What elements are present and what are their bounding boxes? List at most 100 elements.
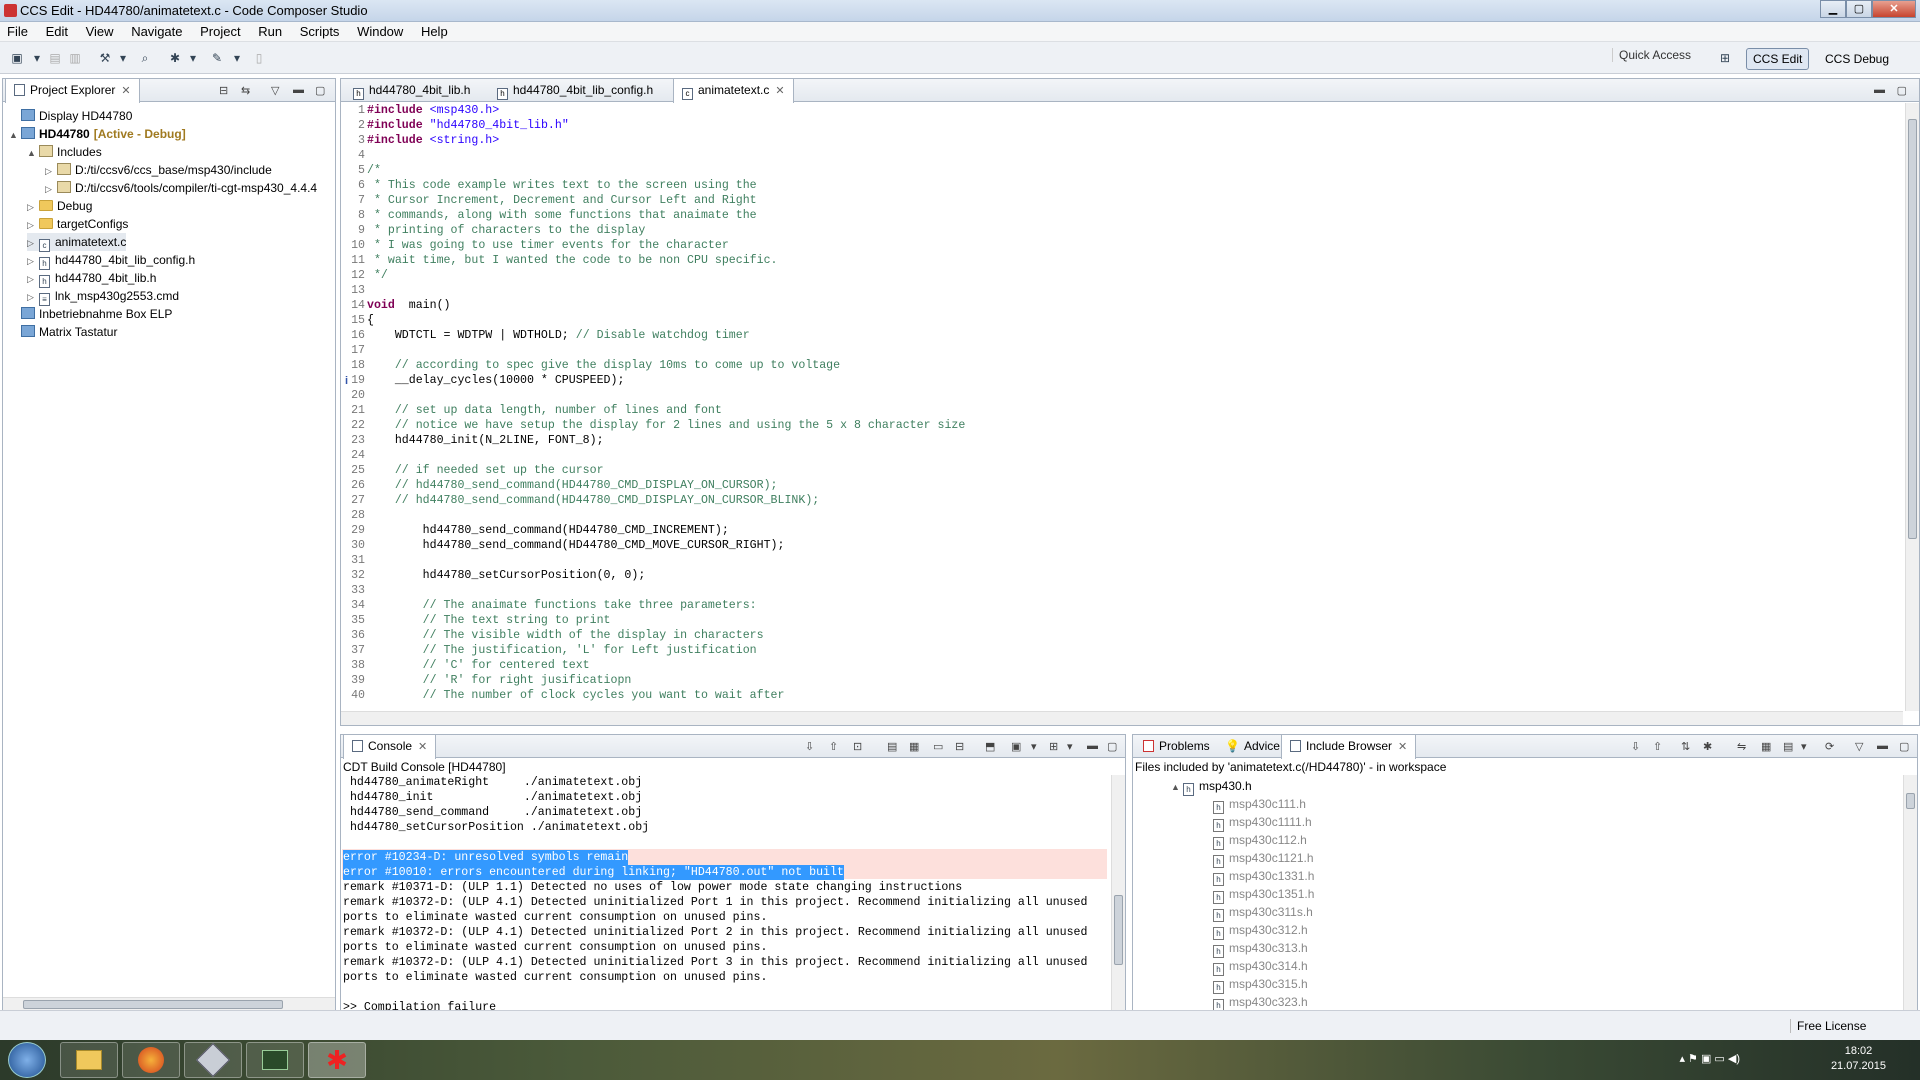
show-error-icon[interactable]: ⊡ bbox=[853, 740, 862, 753]
tab-problems[interactable]: Problems bbox=[1135, 735, 1218, 758]
expand-twisty-icon[interactable]: ▷ bbox=[27, 252, 39, 270]
chevron-down-icon[interactable]: ▾ bbox=[1067, 740, 1073, 753]
editor-horizontal-scrollbar[interactable] bbox=[341, 711, 1903, 725]
terminal-icon[interactable]: ▯ bbox=[250, 49, 268, 67]
new-console-icon[interactable]: ⊞ bbox=[1049, 740, 1058, 753]
chevron-down-icon[interactable]: ▾ bbox=[184, 49, 202, 67]
include-vertical-scrollbar[interactable] bbox=[1903, 775, 1917, 1011]
tools-icon[interactable]: ✎ bbox=[208, 49, 226, 67]
perspective-ccs-debug[interactable]: CCS Debug bbox=[1818, 48, 1896, 70]
code-area[interactable]: 1 #include <msp430.h> 2 #include "hd44780_4… bbox=[341, 103, 1903, 711]
menu-project[interactable]: Project bbox=[193, 22, 247, 42]
tree-item[interactable]: ▷ D:/ti/ccsv6/tools/compiler/ti-cgt-msp43… bbox=[45, 179, 317, 197]
tree-item[interactable]: ▷ targetConfigs bbox=[27, 215, 128, 233]
view-menu-icon[interactable]: ▽ bbox=[271, 84, 279, 97]
maximize-icon[interactable]: ▢ bbox=[315, 84, 325, 97]
toggle-icon[interactable]: ⇋ bbox=[1737, 740, 1746, 753]
include-file-item[interactable]: h msp430c323.h bbox=[1213, 993, 1308, 1012]
menu-window[interactable]: Window bbox=[350, 22, 410, 42]
build-hammer-icon[interactable]: ⚒ bbox=[96, 49, 114, 67]
expand-twisty-icon[interactable]: ▷ bbox=[27, 234, 39, 252]
chevron-down-icon[interactable]: ▾ bbox=[28, 49, 46, 67]
tree-item[interactable]: ▷ D:/ti/ccsv6/ccs_base/msp430/include bbox=[45, 161, 272, 179]
tree-item[interactable]: ▷ c animatetext.c bbox=[27, 233, 127, 252]
expand-twisty-icon[interactable]: ▷ bbox=[27, 270, 39, 288]
menu-scripts[interactable]: Scripts bbox=[293, 22, 347, 42]
menu-navigate[interactable]: Navigate bbox=[124, 22, 189, 42]
maximize-icon[interactable]: ▢ bbox=[1899, 740, 1909, 753]
expand-twisty-icon[interactable]: ▲ bbox=[1171, 778, 1183, 796]
expand-twisty-icon[interactable]: ▷ bbox=[27, 288, 39, 306]
include-root[interactable]: ▲ h msp430.h bbox=[1171, 777, 1252, 796]
perspective-ccs-edit[interactable]: CCS Edit bbox=[1746, 48, 1810, 70]
tree-item[interactable]: Matrix Tastatur bbox=[9, 323, 117, 341]
chevron-down-icon[interactable]: ▾ bbox=[1031, 740, 1037, 753]
include-file-item[interactable]: h msp430c315.h bbox=[1213, 975, 1308, 994]
minimize-button[interactable]: ▁ bbox=[1820, 0, 1846, 18]
editor-vertical-scrollbar[interactable] bbox=[1905, 103, 1919, 711]
menu-edit[interactable]: Edit bbox=[39, 22, 75, 42]
close-icon[interactable]: ✕ bbox=[775, 85, 784, 97]
tab-include-browser[interactable]: Include Browser ✕ bbox=[1281, 735, 1417, 759]
next-icon[interactable]: ⇩ bbox=[1631, 740, 1640, 753]
debug-bug-icon[interactable]: ✱ bbox=[166, 49, 184, 67]
expand-twisty-icon[interactable]: ▷ bbox=[45, 162, 57, 180]
close-icon[interactable]: ✕ bbox=[1398, 741, 1407, 753]
include-file-item[interactable]: h msp430c1331.h bbox=[1213, 867, 1314, 886]
include-file-item[interactable]: h msp430c1121.h bbox=[1213, 849, 1314, 868]
next-error-icon[interactable]: ⇩ bbox=[805, 740, 814, 753]
menu-run[interactable]: Run bbox=[251, 22, 289, 42]
menu-file[interactable]: File bbox=[0, 22, 35, 42]
console-vertical-scrollbar[interactable] bbox=[1111, 775, 1125, 1011]
firefox-taskbar-button[interactable] bbox=[122, 1042, 180, 1078]
minimize-icon[interactable]: ▬ bbox=[1874, 84, 1885, 96]
pin-console-icon[interactable]: ⊟ bbox=[955, 740, 964, 753]
maximize-button[interactable]: ▢ bbox=[1846, 0, 1872, 18]
tab-advice[interactable]: 💡 Advice bbox=[1217, 735, 1288, 758]
terminal-taskbar-button[interactable] bbox=[246, 1042, 304, 1078]
tree-item[interactable]: ▷ Debug bbox=[27, 197, 92, 215]
tab-hd44780-4bit-lib-config-h[interactable]: h hd44780_4bit_lib_config.h bbox=[489, 79, 661, 102]
horizontal-scrollbar[interactable] bbox=[3, 997, 335, 1011]
chevron-down-icon[interactable]: ▾ bbox=[228, 49, 246, 67]
start-button[interactable] bbox=[8, 1042, 46, 1078]
save-all-icon[interactable]: ▥ bbox=[66, 49, 84, 67]
refresh-icon[interactable]: ⟳ bbox=[1825, 740, 1834, 753]
include-file-item[interactable]: h msp430c111.h bbox=[1213, 795, 1306, 814]
close-icon[interactable]: ✕ bbox=[418, 741, 427, 753]
layout-icon[interactable]: ▤ bbox=[1783, 740, 1793, 753]
menu-view[interactable]: View bbox=[79, 22, 121, 42]
minimize-icon[interactable]: ▬ bbox=[1877, 740, 1888, 752]
tab-hd44780-4bit-lib-h[interactable]: h hd44780_4bit_lib.h bbox=[345, 79, 478, 102]
explorer-taskbar-button[interactable] bbox=[60, 1042, 118, 1078]
tab-animatetext-c[interactable]: c animatetext.c ✕ bbox=[673, 79, 794, 103]
chevron-down-icon[interactable]: ▾ bbox=[1801, 740, 1807, 753]
open-console-icon[interactable]: ⬒ bbox=[985, 740, 995, 753]
previous-error-icon[interactable]: ⇧ bbox=[829, 740, 838, 753]
scroll-thumb[interactable] bbox=[23, 1000, 283, 1009]
open-perspective-icon[interactable]: ⊞ bbox=[1716, 49, 1734, 67]
tree-item[interactable]: Display HD44780 bbox=[9, 107, 132, 125]
filter-icon[interactable]: ✱ bbox=[1703, 740, 1712, 753]
expand-twisty-icon[interactable]: ▷ bbox=[45, 180, 57, 198]
expand-twisty-icon[interactable]: ▲ bbox=[9, 126, 21, 144]
maximize-icon[interactable]: ▢ bbox=[1897, 84, 1907, 97]
include-file-item[interactable]: h msp430c312.h bbox=[1213, 921, 1308, 940]
tree-item[interactable]: ▷ ≡ lnk_msp430g2553.cmd bbox=[27, 287, 179, 306]
show-includes-icon[interactable]: ⇅ bbox=[1681, 740, 1690, 753]
display-console-icon[interactable]: ▣ bbox=[1011, 740, 1021, 753]
previous-icon[interactable]: ⇧ bbox=[1653, 740, 1662, 753]
search-icon[interactable]: ⌕ bbox=[136, 49, 154, 67]
view-menu-icon[interactable]: ▽ bbox=[1855, 740, 1863, 753]
expand-twisty-icon[interactable]: ▷ bbox=[27, 216, 39, 234]
tree-item[interactable]: ▷ h hd44780_4bit_lib.h bbox=[27, 269, 156, 288]
expand-twisty-icon[interactable]: ▷ bbox=[27, 198, 39, 216]
tab-project-explorer[interactable]: Project Explorer ✕ bbox=[5, 79, 140, 103]
include-file-item[interactable]: h msp430c1351.h bbox=[1213, 885, 1314, 904]
tray-icons[interactable]: ▴ ⚑ ▣ ▭ ◀) bbox=[1679, 1052, 1740, 1065]
system-clock[interactable]: 18:02 21.07.2015 bbox=[1831, 1044, 1886, 1074]
scroll-lock-icon[interactable]: ▭ bbox=[933, 740, 943, 753]
new-icon[interactable]: ▣ bbox=[8, 49, 26, 67]
maximize-icon[interactable]: ▢ bbox=[1107, 740, 1117, 753]
expand-twisty-icon[interactable]: ▲ bbox=[27, 144, 39, 162]
